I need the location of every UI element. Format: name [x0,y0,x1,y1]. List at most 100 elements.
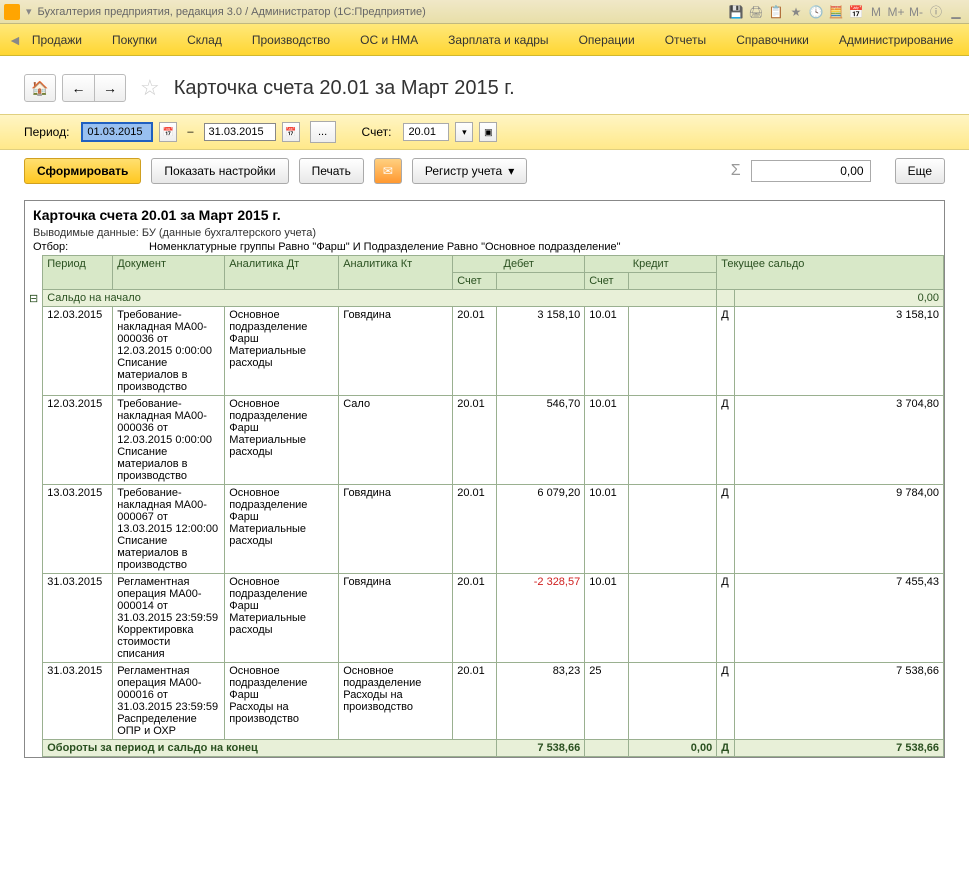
forward-button[interactable]: → [94,74,126,102]
table-row[interactable]: 31.03.2015Регламентная операция МА00-000… [25,663,944,740]
cell-debit-amt: 546,70 [497,396,585,485]
chevron-down-icon: ▾ [508,164,514,178]
cell-credit-acct: 10.01 [585,307,629,396]
date-to-input[interactable] [204,123,276,141]
register-button[interactable]: Регистр учета▾ [412,158,527,184]
cell-credit-acct: 10.01 [585,396,629,485]
cell-balance: 7 455,43 [735,574,944,663]
account-dropdown-icon[interactable]: ▾ [455,122,473,142]
data-value: БУ (данные бухгалтерского учета) [142,227,316,239]
table-row[interactable]: 12.03.2015Требование-накладная МА00-0000… [25,396,944,485]
cell-debit-amt: 83,23 [497,663,585,740]
collapse-icon[interactable]: ⊟ [25,290,43,307]
more-button[interactable]: Еще [895,158,945,184]
menu-purchases[interactable]: Покупки [112,33,157,47]
page-header: 🏠 ← → ☆ Карточка счета 20.01 за Март 201… [0,56,969,114]
cell-adt: Основное подразделение Фарш Материальные… [225,307,339,396]
cell-period: 12.03.2015 [43,396,113,485]
info-icon[interactable]: ⓘ [927,3,945,21]
main-menu: ◄ Продажи Покупки Склад Производство ОС … [0,24,969,56]
report-table: Период Документ Аналитика Дт Аналитика К… [25,255,944,757]
date-from-calendar-icon[interactable]: 📅 [159,122,177,142]
cell-debit-acct: 20.01 [453,485,497,574]
totals-side: Д [717,740,735,757]
page-title: Карточка счета 20.01 за Март 2015 г. [174,77,515,100]
menu-sales[interactable]: Продажи [32,33,82,47]
saldo-start-value: 0,00 [735,290,944,307]
menu-warehouse[interactable]: Склад [187,33,222,47]
save-icon[interactable]: 💾 [727,3,745,21]
period-label: Период: [24,125,69,139]
menu-admin[interactable]: Администрирование [839,33,953,47]
minimize-icon[interactable]: ▁ [947,3,965,21]
cell-debit-amt: -2 328,57 [497,574,585,663]
filter-value: Номенклатурные группы Равно "Фарш" И Под… [149,241,621,253]
col-credit-acct: Счет [585,273,629,290]
menu-payroll[interactable]: Зарплата и кадры [448,33,548,47]
calendar-icon[interactable]: 📅 [847,3,865,21]
col-akt: Аналитика Кт [339,256,453,290]
print-icon[interactable]: 🖨 [747,3,765,21]
cell-adt: Основное подразделение Фарш Материальные… [225,396,339,485]
menu-reports[interactable]: Отчеты [665,33,706,47]
m-minus-icon[interactable]: M- [907,3,925,21]
report-title: Карточка счета 20.01 за Март 2015 г. [33,207,936,223]
table-row[interactable]: 31.03.2015Регламентная операция МА00-000… [25,574,944,663]
titlebar: ▾ Бухгалтерия предприятия, редакция 3.0 … [0,0,969,24]
generate-button[interactable]: Сформировать [24,158,141,184]
period-toolbar: Период: 📅 – 📅 ... Счет: ▾ ▣ [0,114,969,150]
col-period: Период [43,256,113,290]
cell-period: 13.03.2015 [43,485,113,574]
date-to-calendar-icon[interactable]: 📅 [282,122,300,142]
cell-adt: Основное подразделение Фарш Расходы на п… [225,663,339,740]
cell-adt: Основное подразделение Фарш Материальные… [225,485,339,574]
clipboard-icon[interactable]: 📋 [767,3,785,21]
menu-assets[interactable]: ОС и НМА [360,33,418,47]
cell-period: 31.03.2015 [43,663,113,740]
m-plus-icon[interactable]: M+ [887,3,905,21]
date-from-input[interactable] [81,122,153,142]
table-row[interactable]: 13.03.2015Требование-накладная МА00-0000… [25,485,944,574]
report: Карточка счета 20.01 за Март 2015 г. Выв… [24,200,945,758]
cell-doc: Требование-накладная МА00-000036 от 12.0… [113,396,225,485]
cell-side: Д [717,574,735,663]
cell-doc: Требование-накладная МА00-000036 от 12.0… [113,307,225,396]
cell-credit-amt [629,485,717,574]
cell-doc: Регламентная операция МА00-000016 от 31.… [113,663,225,740]
account-open-icon[interactable]: ▣ [479,122,497,142]
history-icon[interactable]: 🕓 [807,3,825,21]
menu-back-icon[interactable]: ◄ [8,32,22,48]
cell-debit-amt: 6 079,20 [497,485,585,574]
menu-catalogs[interactable]: Справочники [736,33,809,47]
calculator-icon[interactable]: 🧮 [827,3,845,21]
period-select-button[interactable]: ... [310,121,336,143]
back-button[interactable]: ← [62,74,94,102]
favorite-star-icon[interactable]: ☆ [140,75,160,101]
cell-doc: Требование-накладная МА00-000067 от 13.0… [113,485,225,574]
menu-operations[interactable]: Операции [579,33,635,47]
account-label: Счет: [362,125,392,139]
cell-credit-acct: 10.01 [585,574,629,663]
m-icon[interactable]: M [867,3,885,21]
cell-debit-amt: 3 158,10 [497,307,585,396]
mail-button[interactable]: ✉ [374,158,402,184]
dropdown-icon[interactable]: ▾ [26,5,32,18]
home-button[interactable]: 🏠 [24,74,56,102]
show-settings-button[interactable]: Показать настройки [151,158,288,184]
cell-period: 31.03.2015 [43,574,113,663]
cell-akt: Говядина [339,307,453,396]
cell-balance: 7 538,66 [735,663,944,740]
favorite-icon[interactable]: ★ [787,3,805,21]
cell-debit-acct: 20.01 [453,307,497,396]
cell-side: Д [717,396,735,485]
account-input[interactable] [403,123,449,141]
action-toolbar: Сформировать Показать настройки Печать ✉… [0,150,969,192]
cell-balance: 3 158,10 [735,307,944,396]
table-row[interactable]: 12.03.2015Требование-накладная МА00-0000… [25,307,944,396]
cell-balance: 3 704,80 [735,396,944,485]
cell-debit-acct: 20.01 [453,663,497,740]
menu-production[interactable]: Производство [252,33,330,47]
print-button[interactable]: Печать [299,158,364,184]
sum-input[interactable] [751,160,871,182]
data-label: Выводимые данные: [33,227,139,239]
